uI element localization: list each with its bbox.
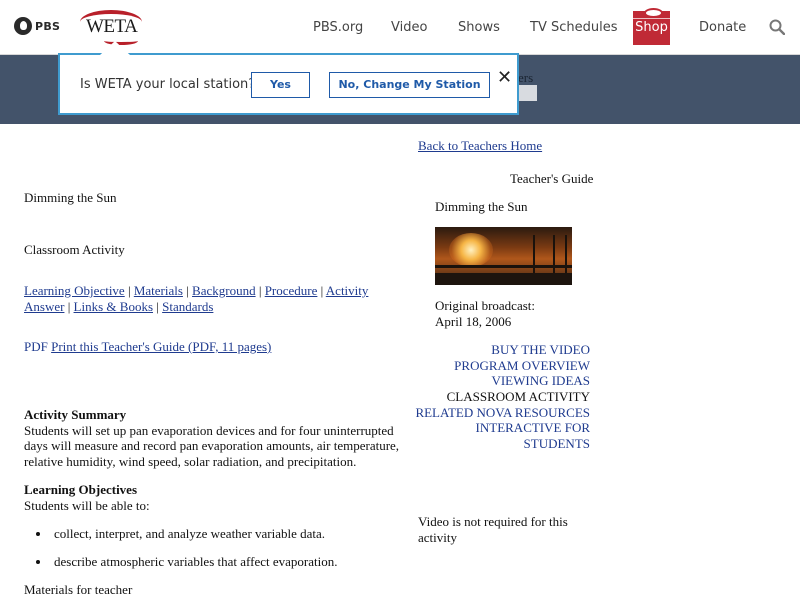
pdf-label: PDF [24,339,48,354]
link-procedure[interactable]: Procedure [265,283,318,298]
menu-classroom-activity: CLASSROOM ACTIVITY [446,389,590,404]
menu-students[interactable]: STUDENTS [524,436,590,452]
back-to-teachers-label[interactable]: Back to Teachers Home [418,138,542,153]
popup-question: Is WETA your local station? [80,77,256,92]
link-standards[interactable]: Standards [162,299,213,314]
nav-link-donate[interactable]: Donate [699,20,746,35]
print-guide-link[interactable]: Print this Teacher's Guide (PDF, 11 page… [51,339,271,354]
pdf-row: PDF Print this Teacher's Guide (PDF, 11 … [24,339,271,355]
summary-line-1: Students will set up pan evaporation dev… [24,423,394,438]
sun-glow-icon [449,233,493,267]
video-note-line-1: Video is not required for this [418,514,568,529]
gift-ribbon-icon [633,18,670,19]
search-icon[interactable] [769,19,785,35]
summary-line-2: days will measure and record pan evapora… [24,438,400,453]
materials-heading: Materials for teacher [24,582,133,597]
nav-links: PBS.org Video Shows TV Schedules Donate [0,20,800,40]
menu-buy-video[interactable]: BUY THE VIDEO [491,342,590,358]
page-subtitle: Classroom Activity [24,242,125,257]
broadcast-date: April 18, 2006 [435,314,512,329]
section-links: Learning Objective | Materials | Backgro… [24,283,369,314]
change-station-button[interactable]: No, Change My Station [329,72,490,98]
teachers-guide-label: Teacher's Guide [510,171,594,186]
menu-interactive-for[interactable]: INTERACTIVE FOR [476,420,590,436]
close-icon[interactable]: ✕ [497,69,512,87]
gift-bow-icon [644,8,663,18]
menu-related-nova[interactable]: RELATED NOVA RESOURCES [415,405,590,421]
nav-link-tv-schedules[interactable]: TV Schedules [530,20,617,35]
summary-heading: Activity Summary [24,407,127,422]
link-background[interactable]: Background [192,283,256,298]
objectives-heading: Learning Objectives [24,482,138,497]
link-learning-objective[interactable]: Learning Objective [24,283,125,298]
menu-program-overview[interactable]: PROGRAM OVERVIEW [454,358,590,374]
objectives-intro: Students will be able to: [24,498,150,513]
nav-shop-label: Shop [635,20,668,35]
back-to-teachers-link[interactable]: Back to Teachers Home [418,138,542,154]
popup-caret [100,41,130,55]
link-materials[interactable]: Materials [134,283,183,298]
video-note-line-2: activity [418,530,457,545]
page-title: Dimming the Sun [24,190,117,205]
menu-viewing-ideas[interactable]: VIEWING IDEAS [491,373,590,389]
objective-item-1: collect, interpret, and analyze weather … [54,526,326,541]
program-thumbnail [435,227,572,285]
nav-shop-button[interactable]: Shop [633,8,670,45]
yes-button[interactable]: Yes [251,72,310,98]
link-links-books[interactable]: Links & Books [74,299,153,314]
banner-partial-text: ers [518,70,534,85]
nav-link-video[interactable]: Video [391,20,427,35]
objective-item-2: describe atmospheric variables that affe… [54,554,338,569]
banner-search-box[interactable] [519,85,537,101]
nav-link-pbs-org[interactable]: PBS.org [313,20,363,35]
summary-line-3: relative humidity, wind speed, solar rad… [24,454,357,469]
broadcast-label: Original broadcast: [435,298,535,313]
station-popup: Is WETA your local station? Yes No, Chan… [58,41,519,115]
nav-link-shows[interactable]: Shows [458,20,500,35]
bullet-icon [36,560,40,564]
program-title: Dimming the Sun [435,199,528,214]
bullet-icon [36,532,40,536]
